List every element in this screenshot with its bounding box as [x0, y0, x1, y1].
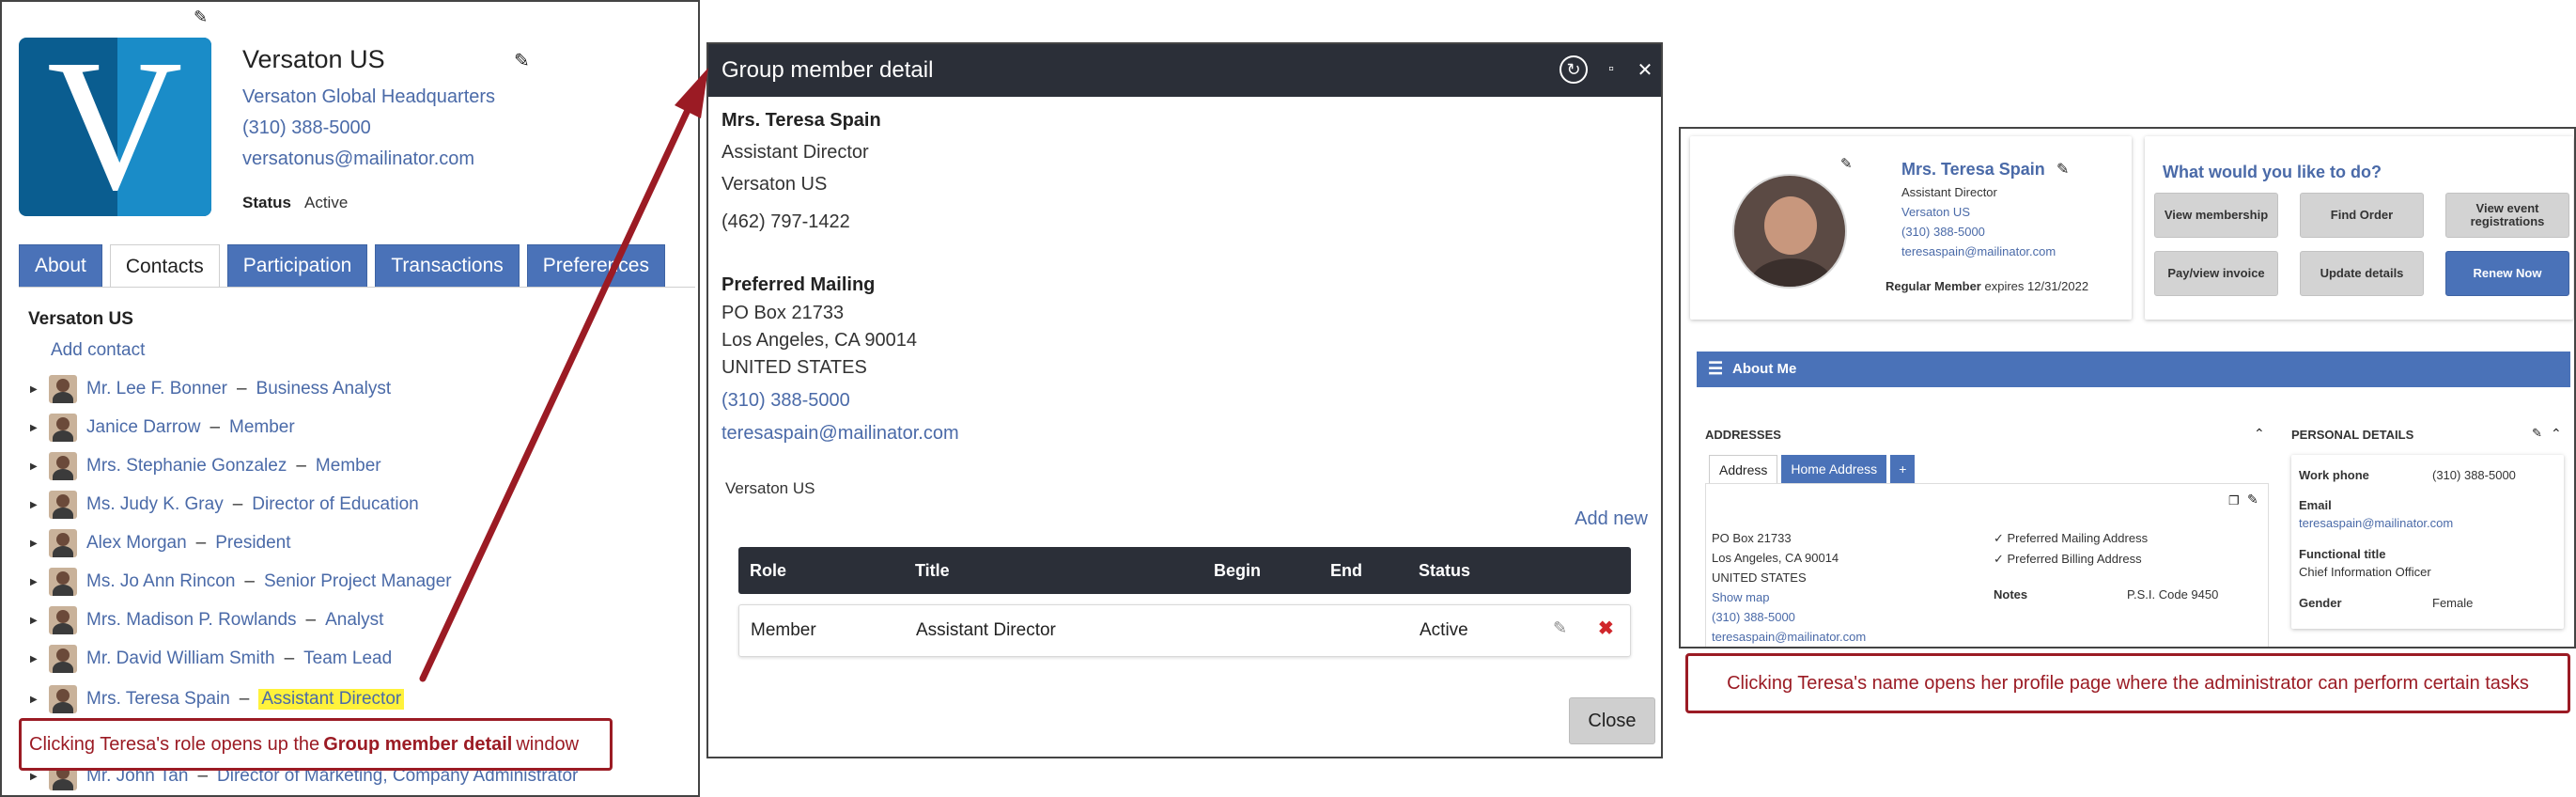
preferred-mailing-check: ✓ Preferred Mailing Address	[1994, 531, 2149, 545]
address-tabs: Address Home Address +	[1709, 455, 1916, 483]
email-label: Email	[2299, 498, 2332, 512]
hamburger-icon: ☰	[1708, 359, 1724, 378]
work-phone-label: Work phone	[2299, 468, 2369, 482]
view-event-registrations-button[interactable]: View event registrations	[2445, 193, 2569, 238]
renew-now-button[interactable]: Renew Now	[2445, 251, 2569, 296]
addresses-label: ADDRESSES	[1705, 428, 1781, 442]
update-details-button[interactable]: Update details	[2300, 251, 2424, 296]
address-line: Los Angeles, CA 90014	[1712, 551, 1839, 565]
notes-label: Notes	[1994, 587, 2028, 602]
personal-details-card: Work phone (310) 388-5000 Email teresasp…	[2291, 455, 2564, 629]
profile-title: Assistant Director	[1901, 185, 1997, 199]
show-map-link[interactable]: Show map	[1712, 590, 1769, 604]
pay-view-invoice-button[interactable]: Pay/view invoice	[2154, 251, 2278, 296]
functional-title-value: Chief Information Officer	[2299, 565, 2431, 579]
email-value-link[interactable]: teresaspain@mailinator.com	[2299, 516, 2453, 530]
profile-callout: Clicking Teresa's name opens her profile…	[1685, 653, 2570, 713]
gender-value: Female	[2432, 596, 2474, 610]
add-address-tab[interactable]: +	[1890, 455, 1916, 483]
profile-org-link[interactable]: Versaton US	[1901, 205, 1970, 219]
about-me-bar[interactable]: ☰ About Me	[1697, 352, 2570, 387]
profile-email-link[interactable]: teresaspain@mailinator.com	[1901, 244, 2056, 258]
profile-page-panel: ✎ Mrs. Teresa Spain ✎ Assistant Director…	[1679, 127, 2576, 649]
collapse-chevron-icon[interactable]: ⌃	[2254, 426, 2265, 442]
photo-pencil-icon[interactable]: ✎	[1840, 155, 1853, 172]
membership-expiry: expires 12/31/2022	[1984, 279, 2089, 293]
work-phone-value: (310) 388-5000	[2432, 468, 2516, 482]
profile-card: ✎ Mrs. Teresa Spain ✎ Assistant Director…	[1690, 136, 2132, 320]
actions-title: What would you like to do?	[2163, 163, 2382, 181]
profile-name-link[interactable]: Mrs. Teresa Spain	[1901, 160, 2045, 180]
profile-photo	[1732, 174, 1847, 289]
address-line: PO Box 21733	[1712, 531, 1792, 545]
profile-phone-link[interactable]: (310) 388-5000	[1901, 225, 1985, 239]
preferred-billing-check: ✓ Preferred Billing Address	[1994, 552, 2142, 566]
gender-label: Gender	[2299, 596, 2342, 610]
membership-line: Regular Member expires 12/31/2022	[1885, 279, 2088, 293]
tab-address[interactable]: Address	[1709, 455, 1778, 483]
address-line: UNITED STATES	[1712, 570, 1807, 585]
edit-address-pencil-icon[interactable]: ✎	[2247, 492, 2258, 508]
copy-icon[interactable]: ❐	[2228, 493, 2240, 508]
address-phone-link[interactable]: (310) 388-5000	[1712, 610, 1795, 624]
address-card: ❐ ✎ PO Box 21733 Los Angeles, CA 90014 U…	[1705, 483, 2269, 647]
membership-type: Regular Member	[1885, 279, 1981, 293]
name-pencil-icon[interactable]: ✎	[2056, 160, 2069, 179]
view-membership-button[interactable]: View membership	[2154, 193, 2278, 238]
edit-personal-pencil-icon[interactable]: ✎	[2532, 426, 2542, 441]
tab-home-address[interactable]: Home Address	[1781, 455, 1887, 483]
notes-value: P.S.I. Code 9450	[2127, 587, 2219, 602]
profile-callout-text: Clicking Teresa's name opens her profile…	[1727, 672, 2529, 694]
find-order-button[interactable]: Find Order	[2300, 193, 2424, 238]
functional-title-label: Functional title	[2299, 547, 2386, 561]
actions-card: What would you like to do? View membersh…	[2145, 136, 2573, 320]
collapse-chevron-icon[interactable]: ⌃	[2551, 426, 2562, 442]
personal-details-label: PERSONAL DETAILS	[2291, 428, 2414, 442]
about-me-label: About Me	[1732, 361, 1797, 377]
address-email-link[interactable]: teresaspain@mailinator.com	[1712, 630, 1866, 644]
